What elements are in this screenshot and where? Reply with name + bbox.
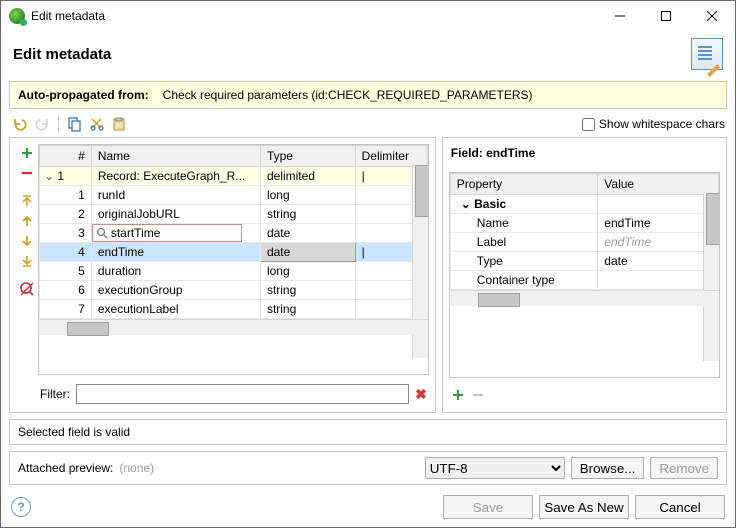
- copy-button[interactable]: [66, 115, 84, 133]
- help-icon[interactable]: ?: [11, 497, 31, 517]
- save-as-new-button[interactable]: Save As New: [539, 495, 629, 519]
- col-index[interactable]: #: [40, 146, 92, 167]
- table-row[interactable]: 1runIdlong: [40, 186, 428, 205]
- vertical-scrollbar[interactable]: [703, 193, 719, 361]
- property-row[interactable]: LabelendTime: [450, 233, 718, 252]
- cancel-button[interactable]: Cancel: [635, 495, 725, 519]
- property-row[interactable]: Container type: [450, 271, 718, 290]
- encoding-select[interactable]: UTF-8: [425, 457, 565, 479]
- undo-button[interactable]: [11, 115, 29, 133]
- move-down-icon[interactable]: [18, 232, 36, 250]
- move-bottom-icon[interactable]: [18, 252, 36, 270]
- table-row[interactable]: 7executionLabelstring: [40, 300, 428, 319]
- metadata-icon: [691, 38, 723, 70]
- toolbar: Show whitespace chars: [1, 111, 735, 137]
- col-name[interactable]: Name: [91, 146, 260, 167]
- whitespace-checkbox[interactable]: Show whitespace chars: [582, 117, 725, 131]
- status-text: Selected field is valid: [18, 425, 130, 439]
- maximize-button[interactable]: [643, 1, 689, 31]
- add-icon[interactable]: [18, 144, 36, 162]
- field-heading: Field: endTime: [449, 144, 720, 166]
- table-row[interactable]: 5durationlong: [40, 262, 428, 281]
- filter-label: Filter:: [40, 387, 70, 401]
- group-basic[interactable]: ⌄ Basic: [450, 195, 718, 214]
- header: Edit metadata: [1, 31, 735, 77]
- records-pane: # Name Type Delimiter ⌄ 1Record: Execute…: [9, 137, 436, 413]
- table-row[interactable]: ⌄ 1Record: ExecuteGraph_R...delimited|: [40, 167, 428, 186]
- minimize-button[interactable]: [597, 1, 643, 31]
- remove-icon[interactable]: [18, 164, 36, 182]
- banner-value: Check required parameters (id:CHECK_REQU…: [163, 88, 533, 102]
- properties-table[interactable]: Property Value ⌄ Basic NameendTimeLabele…: [449, 172, 720, 378]
- clear-filter-icon[interactable]: ✖: [415, 386, 427, 403]
- horizontal-scrollbar[interactable]: [39, 319, 428, 335]
- redo-button[interactable]: [33, 115, 51, 133]
- titlebar: Edit metadata: [1, 1, 735, 31]
- banner-label: Auto-propagated from:: [18, 88, 149, 102]
- side-toolbar: [16, 144, 38, 375]
- preview-bar: Attached preview: (none) UTF-8 Browse...…: [9, 451, 727, 485]
- window-title: Edit metadata: [31, 9, 597, 23]
- col-type[interactable]: Type: [260, 146, 355, 167]
- move-top-icon[interactable]: [18, 192, 36, 210]
- app-icon: [9, 8, 25, 24]
- move-up-icon[interactable]: [18, 212, 36, 230]
- col-property[interactable]: Property: [450, 174, 598, 195]
- add-property-icon[interactable]: [451, 388, 465, 402]
- search-input[interactable]: startTime: [92, 224, 242, 242]
- property-row[interactable]: NameendTime: [450, 214, 718, 233]
- remove-button[interactable]: Remove: [650, 457, 718, 479]
- paste-button[interactable]: [110, 115, 128, 133]
- horizontal-scrollbar[interactable]: [450, 290, 719, 306]
- table-row[interactable]: 2originalJobURLstring: [40, 205, 428, 224]
- cut-button[interactable]: [88, 115, 106, 133]
- field-pane: Field: endTime Property Value ⌄ Basic Na…: [442, 137, 727, 413]
- table-row[interactable]: 3startTimedate: [40, 224, 428, 243]
- save-button[interactable]: Save: [443, 495, 533, 519]
- auto-propagated-banner: Auto-propagated from: Check required par…: [9, 81, 727, 109]
- browse-button[interactable]: Browse...: [571, 457, 645, 479]
- preview-none: (none): [119, 461, 154, 475]
- status-bar: Selected field is valid: [9, 419, 727, 445]
- table-row[interactable]: 4endTimedate|: [40, 243, 428, 262]
- page-title: Edit metadata: [13, 46, 111, 63]
- col-value[interactable]: Value: [598, 174, 719, 195]
- property-row[interactable]: Typedate: [450, 252, 718, 271]
- col-delimiter[interactable]: Delimiter: [355, 146, 427, 167]
- table-row[interactable]: 6executionGroupstring: [40, 281, 428, 300]
- close-button[interactable]: [689, 1, 735, 31]
- records-table[interactable]: # Name Type Delimiter ⌄ 1Record: Execute…: [38, 144, 429, 375]
- validate-icon[interactable]: [18, 280, 36, 298]
- remove-property-icon[interactable]: [471, 388, 485, 402]
- preview-label: Attached preview:: [18, 461, 113, 475]
- filter-input[interactable]: [76, 384, 409, 404]
- footer: ? Save Save As New Cancel: [1, 487, 735, 527]
